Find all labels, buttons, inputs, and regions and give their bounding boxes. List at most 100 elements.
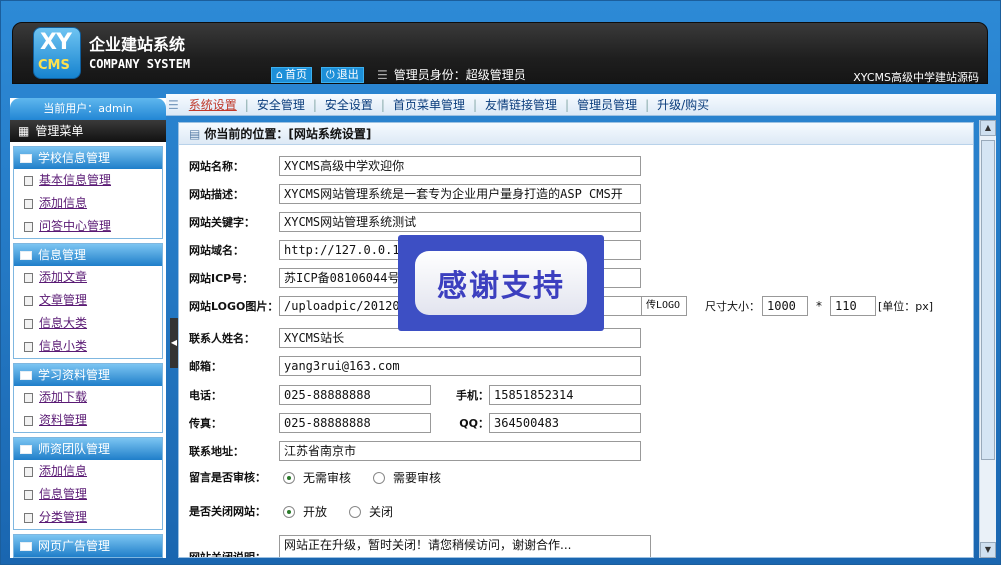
sidebar-item[interactable]: 添加信息 — [14, 192, 162, 215]
tab-security-settings[interactable]: 安全设置 — [319, 96, 379, 113]
sidebar-item[interactable]: 文章管理 — [14, 289, 162, 312]
group-title[interactable]: 学校信息管理 — [14, 147, 162, 169]
document-icon — [24, 221, 33, 232]
sidebar-link[interactable]: 添加信息 — [39, 192, 87, 215]
field-label: 网站名称： — [189, 160, 244, 173]
sidebar-item[interactable]: 添加下载 — [14, 386, 162, 409]
size-label: 尺寸大小： — [705, 300, 760, 313]
sidebar-item[interactable]: 基本信息管理 — [14, 169, 162, 192]
row-address: 联系地址： 江苏省南京市 — [189, 441, 641, 461]
sidebar-item[interactable]: 添加信息 — [14, 460, 162, 483]
sidebar-toggle[interactable]: ◀ — [170, 318, 178, 368]
sidebar-link[interactable]: 分类管理 — [39, 506, 87, 529]
book-icon — [20, 370, 32, 380]
logo-height-input[interactable]: 110 — [830, 296, 876, 316]
sidebar-link[interactable]: 添加文章 — [39, 266, 87, 289]
sidebar-item[interactable]: 信息管理 — [14, 483, 162, 506]
sidebar-link[interactable]: 添加信息 — [39, 460, 87, 483]
group-info: 信息管理 添加文章 文章管理 信息大类 信息小类 — [13, 243, 163, 359]
sidebar-link[interactable]: 基本信息管理 — [39, 169, 111, 192]
field-label: 传真： — [189, 417, 222, 430]
unit-label: [单位：px] — [878, 300, 934, 313]
site-name-input[interactable]: XYCMS高级中学欢迎你 — [279, 156, 641, 176]
site-keywords-input[interactable]: XYCMS网站管理系统测试 — [279, 212, 641, 232]
group-title-text: 学校信息管理 — [38, 151, 111, 165]
field-label: QQ： — [459, 417, 489, 430]
tab-admin-management[interactable]: 管理员管理 — [571, 96, 643, 113]
scroll-down-icon[interactable]: ▼ — [980, 542, 996, 558]
sidebar-link[interactable]: 信息管理 — [39, 483, 87, 506]
scrollbar[interactable]: ▲ ▼ — [979, 120, 996, 558]
breadcrumb-text: 你当前的位置：[网站系统设置] — [204, 126, 372, 141]
group-title[interactable]: 师资团队管理 — [14, 438, 162, 460]
radio-label: 无需审核 — [303, 471, 352, 485]
group-school-info: 学校信息管理 基本信息管理 添加信息 问答中心管理 — [13, 146, 163, 239]
divider: | — [565, 97, 570, 112]
sidebar-item[interactable]: 添加文章 — [14, 266, 162, 289]
sidebar-link[interactable]: 添加下载 — [39, 386, 87, 409]
sidebar-link[interactable]: 资料管理 — [39, 409, 87, 432]
fax-input[interactable]: 025-88888888 — [279, 413, 431, 433]
radio-open[interactable] — [283, 505, 295, 518]
group-title[interactable]: 信息管理 — [14, 244, 162, 266]
thanks-text: 感谢支持 — [415, 251, 587, 315]
home-icon: ⌂ — [276, 68, 283, 81]
tab-system-settings[interactable]: 系统设置 — [183, 96, 243, 113]
radio-label: 开放 — [303, 505, 328, 519]
row-fax: 传真： 025-88888888 QQ： 364500483 — [189, 413, 641, 433]
tab-security-management[interactable]: 安全管理 — [251, 96, 311, 113]
contact-name-input[interactable]: XYCMS站长 — [279, 328, 641, 348]
field-label: 网站域名： — [189, 244, 244, 257]
list-icon: ☰ — [168, 97, 179, 112]
scroll-thumb[interactable] — [981, 140, 995, 460]
email-input[interactable]: yang3rui@163.com — [279, 356, 641, 376]
sidebar-item[interactable]: 信息大类 — [14, 312, 162, 335]
sidebar-link[interactable]: 信息小类 — [39, 335, 87, 358]
upload-logo-button[interactable]: 传LOGO — [641, 296, 687, 316]
sidebar-link[interactable]: 文章管理 — [39, 289, 87, 312]
power-icon: ⏻ — [326, 68, 335, 81]
list-icon: ☰ — [377, 67, 388, 82]
group-title[interactable]: 网页广告管理 — [14, 535, 162, 557]
book-icon — [20, 250, 32, 260]
logout-button[interactable]: ⏻ 退出 — [321, 67, 364, 83]
radio-closed[interactable] — [349, 505, 362, 518]
site-desc-input[interactable]: XYCMS网站管理系统是一套专为企业用户量身打造的ASP CMS开 — [279, 184, 641, 204]
tab-friend-links[interactable]: 友情链接管理 — [479, 96, 563, 113]
row-close-msg: 网站关闭说明： 网站正在升级，暂时关闭！请您稍候访问，谢谢合作... — [189, 535, 651, 557]
close-message-textarea[interactable]: 网站正在升级，暂时关闭！请您稍候访问，谢谢合作... — [279, 535, 651, 557]
current-user-bar: 当前用户：admin — [10, 98, 166, 120]
logo-width-input[interactable]: 1000 — [762, 296, 808, 316]
home-button[interactable]: ⌂ 首页 — [271, 67, 312, 83]
radio-need-review[interactable] — [373, 471, 386, 484]
admin-identity-text: 管理员身份：超级管理员 — [393, 68, 526, 82]
field-label: 是否关闭网站： — [189, 505, 266, 518]
sidebar-item[interactable]: 信息小类 — [14, 335, 162, 358]
document-icon — [24, 318, 33, 329]
tab-home-menu[interactable]: 首页菜单管理 — [387, 96, 471, 113]
document-icon — [24, 175, 33, 186]
document-icon — [24, 415, 33, 426]
document-icon — [24, 272, 33, 283]
phone-input[interactable]: 025-88888888 — [279, 385, 431, 405]
sidebar-link[interactable]: 问答中心管理 — [39, 215, 111, 238]
field-label: 网站描述： — [189, 188, 244, 201]
row-email: 邮箱： yang3rui@163.com — [189, 356, 641, 376]
mobile-input[interactable]: 15851852314 — [489, 385, 641, 405]
times-sign: * — [816, 299, 822, 313]
sidebar-link[interactable]: 信息大类 — [39, 312, 87, 335]
sidebar-item[interactable]: 问答中心管理 — [14, 215, 162, 238]
radio-no-review[interactable] — [283, 471, 295, 484]
tab-upgrade[interactable]: 升级/购买 — [651, 96, 715, 113]
address-input[interactable]: 江苏省南京市 — [279, 441, 641, 461]
document-icon — [24, 295, 33, 306]
row-contact-name: 联系人姓名： XYCMS站长 — [189, 328, 641, 348]
group-study: 学习资料管理 添加下载 资料管理 — [13, 363, 163, 433]
sidebar-item[interactable]: 资料管理 — [14, 409, 162, 432]
scroll-up-icon[interactable]: ▲ — [980, 120, 996, 136]
qq-input[interactable]: 364500483 — [489, 413, 641, 433]
group-title[interactable]: 学习资料管理 — [14, 364, 162, 386]
sidebar-item[interactable]: 分类管理 — [14, 506, 162, 529]
field-label: 邮箱： — [189, 360, 222, 373]
book-icon — [20, 444, 32, 454]
